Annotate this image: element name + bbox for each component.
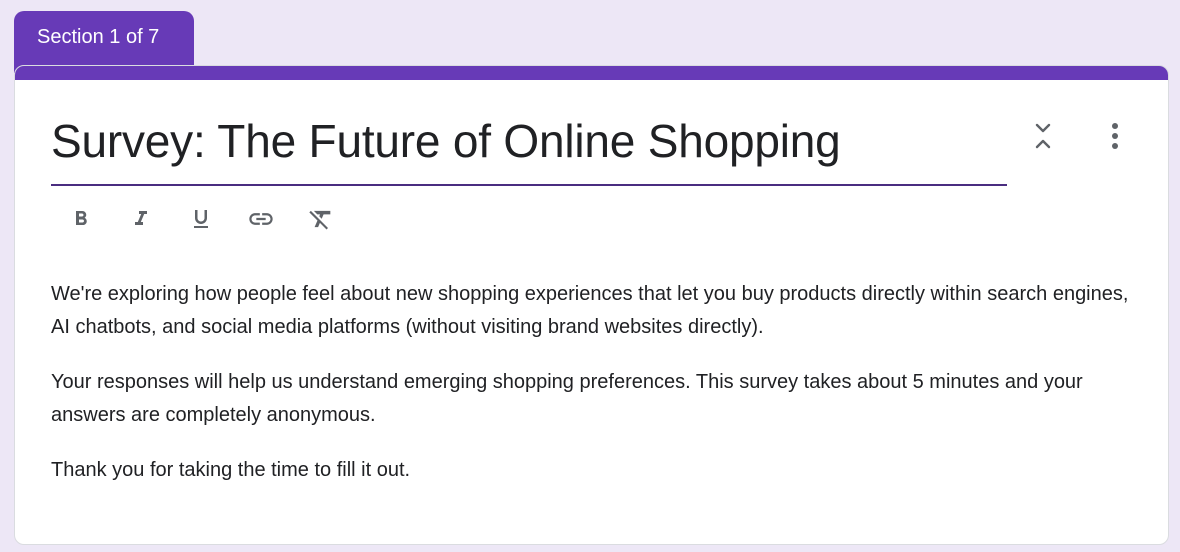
- underline-icon: [194, 210, 208, 228]
- form-description[interactable]: We're exploring how people feel about ne…: [51, 278, 1131, 509]
- italic-icon: [135, 211, 147, 225]
- more-options-button[interactable]: [1097, 118, 1133, 154]
- form-header-card: Survey: The Future of Online Shopping We…: [14, 65, 1169, 545]
- italic-button[interactable]: [121, 199, 161, 239]
- bold-icon: [76, 211, 87, 225]
- format-toolbar: [61, 198, 361, 240]
- clear-formatting-button[interactable]: [301, 199, 341, 239]
- collapse-section-button[interactable]: [1025, 118, 1061, 154]
- section-tab: Section 1 of 7: [14, 11, 194, 73]
- insert-link-button[interactable]: [241, 199, 281, 239]
- link-icon: [249, 213, 273, 225]
- form-title-field[interactable]: Survey: The Future of Online Shopping: [51, 108, 1007, 186]
- clear-format-icon: [309, 210, 331, 230]
- section-tab-label: Section 1 of 7: [37, 26, 160, 48]
- underline-button[interactable]: [181, 199, 221, 239]
- description-paragraph: We're exploring how people feel about ne…: [51, 283, 1129, 338]
- form-title: Survey: The Future of Online Shopping: [51, 115, 841, 167]
- description-paragraph: Thank you for taking the time to fill it…: [51, 459, 411, 481]
- card-accent-bar: [15, 66, 1168, 80]
- description-paragraph: Your responses will help us understand e…: [51, 371, 1083, 426]
- bold-button[interactable]: [61, 199, 101, 239]
- more-vert-icon: [1112, 123, 1118, 149]
- collapse-icon: [1035, 123, 1051, 149]
